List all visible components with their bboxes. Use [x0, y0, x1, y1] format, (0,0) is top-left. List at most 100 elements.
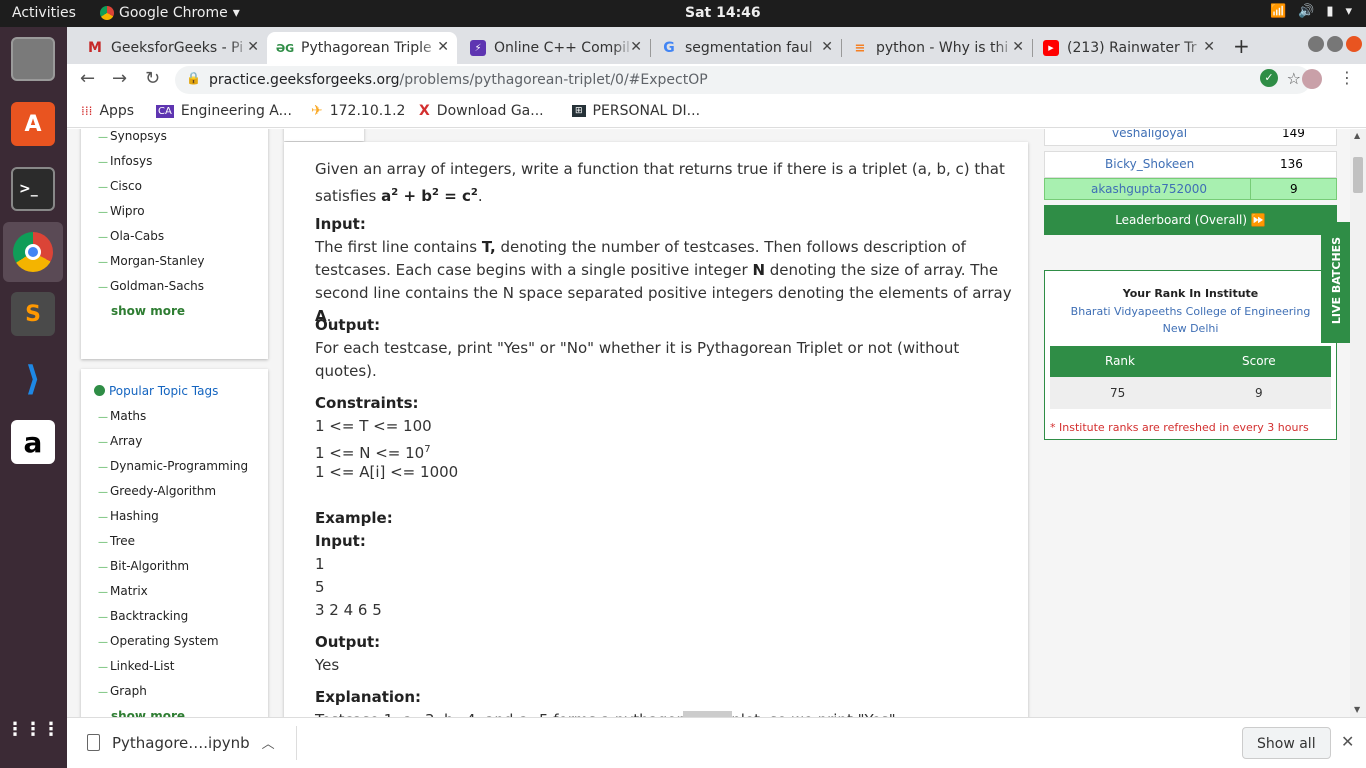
- topic-tag-link[interactable]: Matrix: [98, 584, 148, 598]
- back-icon[interactable]: ←: [80, 68, 95, 89]
- topic-tag-link[interactable]: Linked-List: [98, 659, 174, 673]
- address-bar[interactable]: 🔒 practice.geeksforgeeks.org/problems/py…: [175, 66, 1311, 94]
- leaderboard-overall-button[interactable]: Leaderboard (Overall) ⏩: [1044, 205, 1337, 235]
- live-batches-tab[interactable]: LIVE BATCHES: [1321, 222, 1351, 343]
- terminal-icon[interactable]: >_: [11, 167, 55, 211]
- show-more-companies[interactable]: show more: [111, 304, 185, 318]
- tab-rainwater-trapping[interactable]: ▶ (213) Rainwater Tr ✕: [1033, 32, 1223, 64]
- download-item[interactable]: Pythagore….ipynb ︿: [87, 733, 275, 752]
- bookmark-download[interactable]: X Download Ga...: [419, 103, 544, 119]
- bookmark-label: PERSONAL DI...: [592, 103, 701, 119]
- topic-tags-title[interactable]: Popular Topic Tags: [94, 384, 218, 398]
- topic-tag-link[interactable]: Operating System: [98, 634, 219, 648]
- company-link[interactable]: Wipro: [98, 204, 145, 218]
- download-filename: Pythagore….ipynb: [112, 733, 250, 752]
- tab-strip: M GeeksforGeeks - Pi ✕ ƏG Pythagorean Tr…: [67, 27, 1366, 64]
- bookmark-personal[interactable]: ⊞ PERSONAL DI...: [572, 103, 700, 119]
- score-value: 9: [1255, 386, 1263, 400]
- avatar[interactable]: [1302, 69, 1322, 89]
- tab-title: GeeksforGeeks - Pi: [111, 40, 244, 56]
- company-link[interactable]: Ola-Cabs: [98, 229, 164, 243]
- topic-tag-link[interactable]: Maths: [98, 409, 146, 423]
- problem-tab-header[interactable]: [284, 129, 364, 141]
- files-icon[interactable]: [11, 37, 55, 81]
- minus-circle-icon: [94, 385, 105, 396]
- example-heading: Example:: [315, 509, 393, 527]
- bookmark-apps[interactable]: ⁞⁞⁞ Apps: [81, 103, 134, 119]
- topic-tag-link[interactable]: Dynamic-Programming: [98, 459, 248, 473]
- close-icon[interactable]: ✕: [630, 39, 642, 55]
- topic-tag-link[interactable]: Bit-Algorithm: [98, 559, 189, 573]
- system-tray[interactable]: 📶 🔊 ▮ ▾: [1270, 4, 1352, 19]
- software-center-icon[interactable]: A: [11, 102, 55, 146]
- close-icon[interactable]: ✕: [1341, 732, 1354, 751]
- bookmark-engineering[interactable]: CA Engineering A...: [156, 103, 292, 119]
- google-icon: G: [663, 40, 675, 56]
- close-icon[interactable]: ✕: [1203, 39, 1215, 55]
- explanation-heading: Explanation:: [315, 688, 422, 706]
- leaderboard-name[interactable]: akashgupta752000: [1091, 182, 1207, 196]
- vscode-icon[interactable]: ⟩: [11, 357, 55, 401]
- close-icon[interactable]: ✕: [247, 39, 259, 55]
- score-header: Score: [1242, 354, 1276, 368]
- tab-segmentation-fault[interactable]: G segmentation faul ✕: [651, 32, 841, 64]
- institute-name[interactable]: Bharati Vidyapeeths College of Engineeri…: [1065, 303, 1316, 337]
- scroll-down-icon[interactable]: ▼: [1354, 705, 1360, 714]
- bookmark-ip[interactable]: ✈ 172.10.1.2: [311, 103, 405, 119]
- forward-icon[interactable]: →: [112, 68, 127, 89]
- sublime-text-icon[interactable]: S: [11, 292, 55, 336]
- leaderboard-row-current-user: akashgupta752000 9: [1044, 178, 1337, 200]
- reload-icon[interactable]: ↻: [145, 68, 160, 89]
- example-input-line: 5: [315, 578, 325, 596]
- tab-online-cpp-compiler[interactable]: ⚡ Online C++ Compil ✕: [460, 32, 650, 64]
- constraint-3: 1 <= A[i] <= 1000: [315, 463, 459, 481]
- leaderboard-score: 149: [1282, 129, 1305, 140]
- maximize-icon[interactable]: [1327, 36, 1343, 52]
- chevron-down-icon: ▾: [1345, 4, 1352, 19]
- company-link[interactable]: Goldman-Sachs: [98, 279, 204, 293]
- topic-tag-link[interactable]: Tree: [98, 534, 135, 548]
- topic-tag-link[interactable]: Hashing: [98, 509, 159, 523]
- topic-tag-link[interactable]: Greedy-Algorithm: [98, 484, 216, 498]
- tab-geeksforgeeks-practice[interactable]: M GeeksforGeeks - Pi ✕: [77, 32, 267, 64]
- scroll-up-icon[interactable]: ▲: [1354, 131, 1360, 140]
- menu-icon[interactable]: ⋮: [1339, 68, 1355, 87]
- company-link[interactable]: Cisco: [98, 179, 142, 193]
- vertical-scrollbar[interactable]: ▲ ▼: [1350, 129, 1366, 717]
- gfg-icon: ƏG: [275, 41, 295, 55]
- company-link[interactable]: Infosys: [98, 154, 152, 168]
- chrome-dock-icon[interactable]: [3, 222, 63, 282]
- activities-button[interactable]: Activities: [12, 5, 76, 21]
- app-menu[interactable]: Google Chrome ▾: [100, 5, 240, 21]
- tab-python-why-is[interactable]: ≡ python - Why is thi ✕: [842, 32, 1032, 64]
- company-link[interactable]: Synopsys: [98, 129, 167, 143]
- chevron-up-icon[interactable]: ︿: [262, 733, 275, 752]
- tab-title: (213) Rainwater Tr: [1067, 40, 1197, 56]
- show-all-button[interactable]: Show all: [1242, 727, 1331, 759]
- window-controls[interactable]: [1308, 36, 1362, 52]
- close-window-icon[interactable]: [1346, 36, 1362, 52]
- new-tab-button[interactable]: +: [1233, 34, 1250, 58]
- live-batches-label: LIVE BATCHES: [1330, 236, 1343, 325]
- leaderboard-row: veshaligoyal 149: [1044, 129, 1337, 146]
- topic-tag-link[interactable]: Array: [98, 434, 142, 448]
- company-link[interactable]: Morgan-Stanley: [98, 254, 204, 268]
- tab-pythagorean-triplet[interactable]: ƏG Pythagorean Triple ✕: [267, 32, 457, 64]
- leaderboard-name[interactable]: Bicky_Shokeen: [1105, 157, 1194, 171]
- topic-tag-link[interactable]: Graph: [98, 684, 147, 698]
- star-icon[interactable]: ☆: [1287, 69, 1301, 88]
- close-icon[interactable]: ✕: [821, 39, 833, 55]
- extension-shield-icon[interactable]: ✓: [1260, 69, 1278, 87]
- show-more-topics[interactable]: show more: [111, 709, 185, 717]
- url-text[interactable]: practice.geeksforgeeks.org/problems/pyth…: [209, 72, 708, 88]
- minimize-icon[interactable]: [1308, 36, 1324, 52]
- amazon-icon[interactable]: a: [11, 420, 55, 464]
- clock[interactable]: Sat 14:46: [685, 5, 761, 21]
- close-icon[interactable]: ✕: [437, 39, 449, 55]
- scrollbar-thumb[interactable]: [1353, 157, 1363, 193]
- leaderboard-name[interactable]: veshaligoyal: [1112, 129, 1187, 140]
- close-icon[interactable]: ✕: [1012, 39, 1024, 55]
- rank-table-header: Rank Score: [1050, 346, 1331, 377]
- show-apps-icon[interactable]: ⋮⋮⋮: [6, 707, 60, 751]
- topic-tag-link[interactable]: Backtracking: [98, 609, 188, 623]
